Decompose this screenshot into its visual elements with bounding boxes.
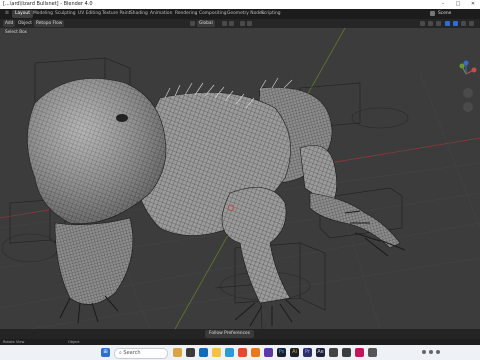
- solid-shading-icon[interactable]: [453, 21, 458, 26]
- material-shading-icon[interactable]: [461, 21, 466, 26]
- app-icon-2[interactable]: [264, 348, 273, 357]
- close-button[interactable]: ✕: [466, 0, 480, 9]
- app-icon-4[interactable]: [355, 348, 364, 357]
- windows-start-icon[interactable]: ⊞: [101, 348, 110, 357]
- minimize-button[interactable]: –: [436, 0, 450, 9]
- retopo-flow-menu[interactable]: Retopo Flow: [34, 20, 65, 27]
- app-icon-5[interactable]: [368, 348, 377, 357]
- app-icon-3[interactable]: [342, 348, 351, 357]
- search-icon: ⌕: [119, 350, 122, 356]
- object-menu[interactable]: Object: [16, 20, 34, 27]
- timeline-footer: Follow Preferences: [0, 329, 480, 339]
- search-placeholder: Search: [123, 350, 141, 356]
- viewport-header: Add Object Retopo Flow Global: [0, 19, 480, 28]
- wifi-icon[interactable]: [422, 350, 426, 354]
- xray-icon[interactable]: [445, 21, 450, 26]
- navigation-gizmo: [459, 60, 477, 75]
- workspace-tab-bar: ☰ Layout Modeling Sculpting UV Editing T…: [0, 9, 480, 19]
- scene-selector[interactable]: Scene: [438, 10, 451, 18]
- taskbar-search-box[interactable]: ⌕ Search: [114, 348, 168, 359]
- battery-icon[interactable]: [436, 350, 440, 354]
- teams-icon[interactable]: [199, 348, 208, 357]
- proportional-edit-icon[interactable]: [240, 21, 245, 26]
- window-title-bar: [...\ard\lizard Bullsnet] - Blender 4.0 …: [0, 0, 480, 9]
- gizmo-icon[interactable]: [428, 21, 433, 26]
- viewport-canvas: [0, 28, 480, 329]
- snap-icon[interactable]: [222, 21, 227, 26]
- window-title: [...\ard\lizard Bullsnet] - Blender 4.0: [3, 1, 93, 7]
- browser-icon[interactable]: [225, 348, 234, 357]
- blender-icon[interactable]: [251, 348, 260, 357]
- falloff-icon[interactable]: [247, 21, 252, 26]
- lizard-eye: [116, 114, 128, 122]
- 3d-viewport[interactable]: Select Box: [0, 28, 480, 329]
- premiere-icon[interactable]: Pr: [303, 348, 312, 357]
- system-tray: [420, 345, 480, 360]
- app-icon-1[interactable]: [173, 348, 182, 357]
- photoshop-icon[interactable]: Ps: [277, 348, 286, 357]
- chrome-icon[interactable]: [238, 348, 247, 357]
- zbrush-icon[interactable]: [329, 348, 338, 357]
- visibility-icon[interactable]: [420, 21, 425, 26]
- blender-menu-icon[interactable]: ☰: [2, 10, 12, 18]
- pivot-selector[interactable]: Global: [197, 20, 215, 27]
- overlay-icon[interactable]: [436, 21, 441, 26]
- file-explorer-icon[interactable]: [212, 348, 221, 357]
- follow-preferences-dropdown[interactable]: Follow Preferences: [205, 330, 254, 338]
- scene-icon: [430, 11, 435, 16]
- select-box-tool[interactable]: Select Box: [3, 28, 30, 35]
- transform-orientation-icon[interactable]: [190, 21, 195, 26]
- volume-icon[interactable]: [429, 350, 433, 354]
- tool-settings-row: Select Box: [0, 28, 480, 36]
- task-view-icon[interactable]: [186, 348, 195, 357]
- rendered-shading-icon[interactable]: [469, 21, 474, 26]
- lizard-mesh: [27, 78, 401, 305]
- windows-taskbar: ⊞ ⌕ Search Ps Ai Pr Ae: [0, 345, 480, 360]
- zoom-view-icon[interactable]: [463, 88, 473, 98]
- after-effects-icon[interactable]: Ae: [316, 348, 325, 357]
- add-menu[interactable]: Add: [3, 20, 16, 27]
- maximize-button[interactable]: □: [451, 0, 465, 9]
- snap-settings-icon[interactable]: [229, 21, 234, 26]
- tab-scripting[interactable]: Scripting: [258, 10, 284, 18]
- illustrator-icon[interactable]: Ai: [290, 348, 299, 357]
- pan-view-icon[interactable]: [463, 102, 473, 112]
